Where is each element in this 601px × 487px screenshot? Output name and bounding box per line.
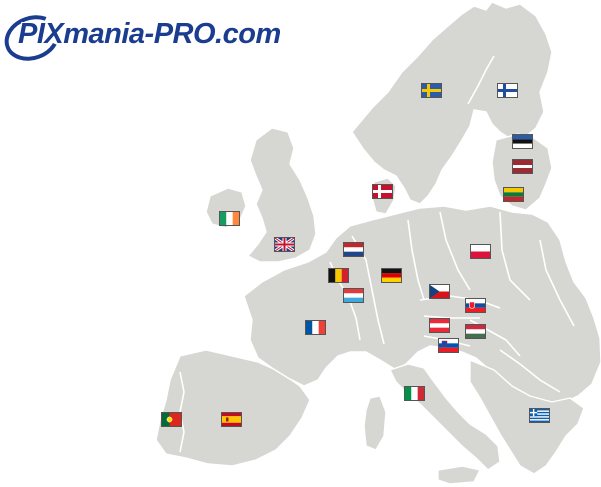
italy-flag[interactable]	[404, 386, 425, 401]
belgium-flag-icon	[329, 269, 348, 282]
denmark-flag-icon	[373, 185, 392, 198]
slovakia-flag[interactable]	[465, 298, 486, 313]
hungary-flag[interactable]	[465, 324, 486, 339]
europe-map: PIXmania-PRO.com	[0, 0, 601, 487]
france-flag-icon	[306, 321, 325, 334]
ireland-flag-icon	[220, 212, 239, 225]
austria-flag[interactable]	[429, 318, 450, 333]
sweden-flag[interactable]	[421, 83, 442, 98]
pixmania-pro-logo[interactable]: PIXmania-PRO.com	[0, 7, 352, 69]
latvia-flag[interactable]	[512, 159, 533, 174]
belgium-flag[interactable]	[328, 268, 349, 283]
spain-flag[interactable]	[221, 412, 242, 427]
lithuania-flag-icon	[504, 188, 523, 201]
slovenia-flag[interactable]	[438, 338, 459, 353]
netherlands-flag[interactable]	[343, 242, 364, 257]
poland-flag-icon	[471, 245, 490, 258]
netherlands-flag-icon	[344, 243, 363, 256]
portugal-flag-icon	[162, 413, 181, 426]
finland-flag-icon	[498, 84, 517, 97]
poland-flag[interactable]	[470, 244, 491, 259]
hungary-flag-icon	[466, 325, 485, 338]
luxembourg-flag[interactable]	[343, 288, 364, 303]
europe-land-shapes	[155, 1, 601, 485]
luxembourg-flag-icon	[344, 289, 363, 302]
ireland-flag[interactable]	[219, 211, 240, 226]
denmark-flag[interactable]	[372, 184, 393, 199]
estonia-flag-icon	[513, 135, 532, 148]
czech-republic-flag[interactable]	[429, 284, 450, 299]
slovakia-flag-icon	[466, 299, 485, 312]
austria-flag-icon	[430, 319, 449, 332]
greece-flag[interactable]	[529, 408, 550, 423]
slovenia-flag-icon	[439, 339, 458, 352]
lithuania-flag[interactable]	[503, 187, 524, 202]
latvia-flag-icon	[513, 160, 532, 173]
finland-flag[interactable]	[497, 83, 518, 98]
estonia-flag[interactable]	[512, 134, 533, 149]
united-kingdom-flag-icon	[275, 238, 294, 251]
logo-text: PIXmania-PRO.com	[18, 18, 281, 50]
portugal-flag[interactable]	[161, 412, 182, 427]
sardinia-land	[363, 395, 387, 451]
greece-flag-icon	[530, 409, 549, 422]
united-kingdom-flag[interactable]	[274, 237, 295, 252]
italy-flag-icon	[405, 387, 424, 400]
germany-flag-icon	[382, 269, 401, 282]
france-flag[interactable]	[305, 320, 326, 335]
germany-flag[interactable]	[381, 268, 402, 283]
sicily-land	[437, 465, 481, 485]
sweden-flag-icon	[422, 84, 441, 97]
spain-flag-icon	[222, 413, 241, 426]
czech-republic-flag-icon	[430, 285, 449, 298]
